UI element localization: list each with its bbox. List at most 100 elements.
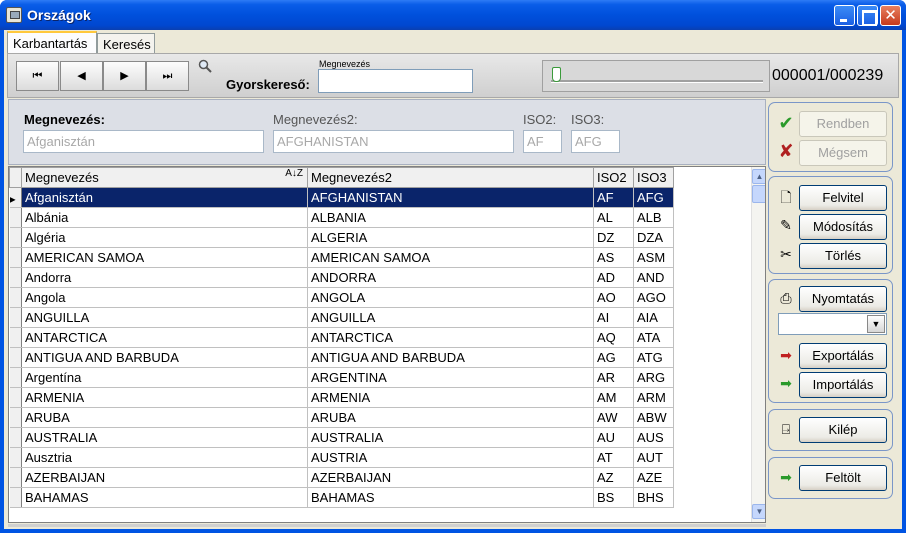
table-cell[interactable]: AND (633, 267, 674, 288)
table-cell[interactable]: AT (593, 447, 634, 468)
table-row[interactable]: ANTIGUA AND BARBUDA ANTIGUA AND BARBUDA AG… (9, 347, 674, 368)
table-cell[interactable]: AF (593, 187, 634, 208)
row-indicator[interactable] (9, 387, 22, 408)
row-indicator[interactable] (9, 207, 22, 228)
upload-button[interactable]: Feltölt (799, 465, 887, 491)
table-row[interactable]: Algéria ALGERIA DZ DZA (9, 227, 674, 248)
scroll-thumb[interactable] (752, 185, 765, 203)
table-row[interactable]: Angola ANGOLA AO AGO (9, 287, 674, 308)
table-row[interactable]: Albánia ALBANIA AL ALB (9, 207, 674, 228)
table-cell[interactable]: AUSTRALIA (307, 427, 594, 448)
cancel-button[interactable]: Mégsem (799, 140, 887, 166)
next-record-button[interactable]: ▶ (103, 61, 146, 91)
table-cell[interactable]: AS (593, 247, 634, 268)
table-cell[interactable]: Argentína (21, 367, 308, 388)
new-button[interactable]: Felvitel (799, 185, 887, 211)
table-row[interactable]: ANGUILLA ANGUILLA AI AIA (9, 307, 674, 328)
table-cell[interactable]: Algéria (21, 227, 308, 248)
table-cell[interactable]: DZA (633, 227, 674, 248)
delete-button[interactable]: Törlés (799, 243, 887, 269)
table-cell[interactable]: Afganisztán (21, 187, 308, 208)
row-indicator[interactable] (9, 267, 22, 288)
table-cell[interactable]: BAHAMAS (21, 487, 308, 508)
table-cell[interactable]: ALB (633, 207, 674, 228)
name2-field[interactable]: AFGHANISTAN (273, 130, 514, 153)
row-indicator[interactable] (9, 487, 22, 508)
table-cell[interactable]: ANGUILLA (307, 307, 594, 328)
table-cell[interactable]: ABW (633, 407, 674, 428)
table-cell[interactable]: AZERBAIJAN (21, 467, 308, 488)
print-button[interactable]: Nyomtatás (799, 286, 887, 312)
table-row[interactable]: AZERBAIJAN AZERBAIJAN AZ AZE (9, 467, 674, 488)
table-cell[interactable]: AM (593, 387, 634, 408)
row-indicator[interactable] (9, 287, 22, 308)
first-record-button[interactable]: ⏮ (16, 61, 59, 91)
tab-karbantartas[interactable]: Karbantartás (7, 31, 97, 54)
table-cell[interactable]: ASM (633, 247, 674, 268)
table-cell[interactable]: AZ (593, 467, 634, 488)
table-row[interactable]: AUSTRALIA AUSTRALIA AU AUS (9, 427, 674, 448)
chevron-down-icon[interactable]: ▼ (867, 315, 885, 333)
row-indicator[interactable] (9, 407, 22, 428)
ok-button[interactable]: Rendben (799, 111, 887, 137)
table-cell[interactable]: AMERICAN SAMOA (307, 247, 594, 268)
table-cell[interactable]: ANTIGUA AND BARBUDA (21, 347, 308, 368)
table-cell[interactable]: ALBANIA (307, 207, 594, 228)
table-cell[interactable]: ANGUILLA (21, 307, 308, 328)
table-cell[interactable]: ANTARCTICA (307, 327, 594, 348)
table-cell[interactable]: AW (593, 407, 634, 428)
table-cell[interactable]: AUT (633, 447, 674, 468)
table-cell[interactable]: ARG (633, 367, 674, 388)
table-row[interactable]: AMERICAN SAMOA AMERICAN SAMOA AS ASM (9, 247, 674, 268)
row-indicator[interactable] (9, 247, 22, 268)
table-cell[interactable]: AD (593, 267, 634, 288)
table-row[interactable]: Argentína ARGENTINA AR ARG (9, 367, 674, 388)
table-cell[interactable]: AIA (633, 307, 674, 328)
name-field[interactable]: Afganisztán (23, 130, 264, 153)
table-cell[interactable]: ALGERIA (307, 227, 594, 248)
table-cell[interactable]: AR (593, 367, 634, 388)
table-cell[interactable]: AUSTRALIA (21, 427, 308, 448)
import-button[interactable]: Importálás (799, 372, 887, 398)
table-cell[interactable]: ANDORRA (307, 267, 594, 288)
row-indicator[interactable] (9, 467, 22, 488)
table-cell[interactable]: BHS (633, 487, 674, 508)
last-record-button[interactable]: ⏭ (146, 61, 189, 91)
table-cell[interactable]: ARGENTINA (307, 367, 594, 388)
record-slider[interactable] (542, 60, 770, 92)
table-cell[interactable]: BAHAMAS (307, 487, 594, 508)
table-row[interactable]: ▶ Afganisztán AFGHANISTAN AF AFG (9, 187, 674, 208)
table-cell[interactable]: ARM (633, 387, 674, 408)
scroll-up-button[interactable]: ▲ (752, 169, 765, 184)
table-cell[interactable]: DZ (593, 227, 634, 248)
minimize-button[interactable] (834, 5, 855, 26)
table-row[interactable]: BAHAMAS BAHAMAS BS BHS (9, 487, 674, 508)
countries-grid[interactable]: Megnevezés A↓Z Megnevezés2 ISO2 ISO3 ▶ Afg… (8, 166, 766, 523)
table-cell[interactable]: Angola (21, 287, 308, 308)
column-header-megnevezes[interactable]: Megnevezés A↓Z (21, 167, 308, 188)
maximize-button[interactable] (857, 5, 878, 26)
table-cell[interactable]: ARUBA (307, 407, 594, 428)
table-cell[interactable]: AU (593, 427, 634, 448)
column-header-iso2[interactable]: ISO2 (593, 167, 634, 188)
table-cell[interactable]: AI (593, 307, 634, 328)
row-indicator[interactable] (9, 427, 22, 448)
table-row[interactable]: Ausztria AUSTRIA AT AUT (9, 447, 674, 468)
table-cell[interactable]: ANGOLA (307, 287, 594, 308)
exit-button[interactable]: Kilép (799, 417, 887, 443)
table-row[interactable]: ANTARCTICA ANTARCTICA AQ ATA (9, 327, 674, 348)
column-header-megnevezes2[interactable]: Megnevezés2 (307, 167, 594, 188)
row-indicator[interactable] (9, 367, 22, 388)
quick-search-input[interactable] (318, 69, 473, 93)
table-cell[interactable]: BS (593, 487, 634, 508)
row-indicator[interactable]: ▶ (9, 187, 22, 208)
table-cell[interactable]: ATA (633, 327, 674, 348)
table-cell[interactable]: AFGHANISTAN (307, 187, 594, 208)
row-indicator[interactable] (9, 227, 22, 248)
slider-thumb[interactable] (552, 67, 561, 82)
table-cell[interactable]: ANTIGUA AND BARBUDA (307, 347, 594, 368)
table-cell[interactable]: ARMENIA (307, 387, 594, 408)
table-row[interactable]: ARUBA ARUBA AW ABW (9, 407, 674, 428)
table-cell[interactable]: AQ (593, 327, 634, 348)
scroll-down-button[interactable]: ▼ (752, 504, 765, 519)
